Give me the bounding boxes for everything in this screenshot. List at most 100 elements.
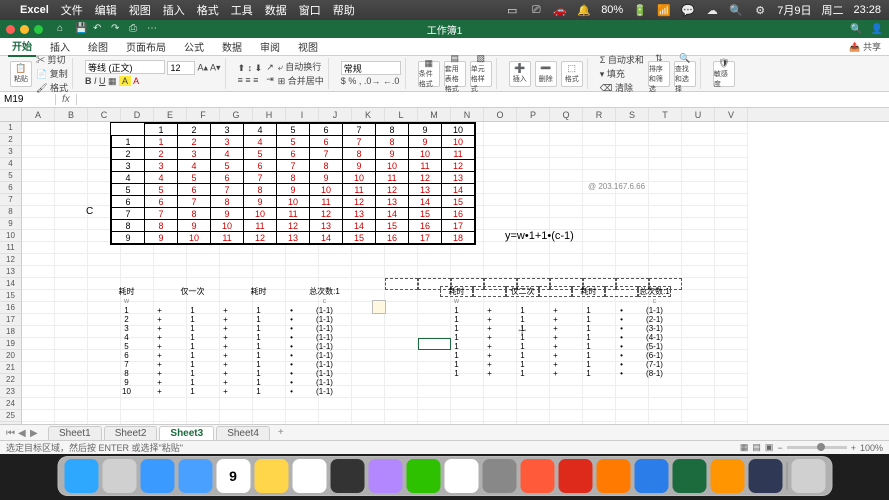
cell[interactable] — [649, 398, 682, 410]
cell[interactable] — [715, 278, 748, 290]
merge-button[interactable]: ⊞ 合并居中 — [278, 74, 324, 87]
dock-app-launchpad[interactable] — [102, 459, 136, 493]
cell[interactable] — [385, 266, 418, 278]
cell[interactable] — [55, 170, 88, 182]
cell[interactable] — [22, 230, 55, 242]
cell[interactable] — [121, 422, 154, 424]
cell[interactable] — [649, 218, 682, 230]
indent-icon[interactable]: ⇥ — [266, 74, 274, 85]
cell[interactable] — [715, 374, 748, 386]
dock-app-netease[interactable] — [558, 459, 592, 493]
cell[interactable] — [55, 254, 88, 266]
cell[interactable] — [715, 362, 748, 374]
cell[interactable] — [715, 338, 748, 350]
cell[interactable] — [583, 122, 616, 134]
cell[interactable] — [22, 266, 55, 278]
cell[interactable] — [352, 278, 385, 290]
cell[interactable] — [385, 350, 418, 362]
cell[interactable] — [385, 278, 418, 290]
cell[interactable] — [319, 422, 352, 424]
cell[interactable] — [484, 158, 517, 170]
cell[interactable] — [682, 374, 715, 386]
cell[interactable] — [418, 338, 451, 350]
cell[interactable] — [682, 266, 715, 278]
dock-app-safari[interactable] — [140, 459, 174, 493]
cell[interactable] — [550, 206, 583, 218]
row-header-21[interactable]: 21 — [0, 362, 22, 374]
cell[interactable] — [550, 410, 583, 422]
menu-insert[interactable]: 插入 — [163, 2, 185, 18]
sheet-tab-sheet3[interactable]: Sheet3 — [159, 426, 214, 440]
cell[interactable] — [352, 350, 385, 362]
cell[interactable] — [55, 386, 88, 398]
cell[interactable] — [484, 122, 517, 134]
cell[interactable] — [253, 266, 286, 278]
border-button[interactable]: ▦ — [108, 76, 117, 86]
cell[interactable] — [22, 422, 55, 424]
cell[interactable] — [583, 410, 616, 422]
sheet-nav-next-icon[interactable]: ▶ — [30, 428, 40, 438]
cell[interactable] — [583, 254, 616, 266]
cell[interactable] — [55, 122, 88, 134]
cell[interactable] — [517, 134, 550, 146]
cell[interactable] — [649, 410, 682, 422]
italic-button[interactable]: I — [94, 76, 97, 86]
cell[interactable] — [286, 422, 319, 424]
search-titlebar-icon[interactable]: 🔍 — [850, 24, 862, 35]
row-header-25[interactable]: 25 — [0, 410, 22, 422]
cell[interactable] — [517, 422, 550, 424]
cell[interactable] — [484, 170, 517, 182]
align-top-icon[interactable]: ⬆ — [238, 63, 246, 73]
close-button[interactable] — [6, 25, 15, 34]
cell[interactable] — [715, 158, 748, 170]
cell[interactable] — [253, 422, 286, 424]
col-header-R[interactable]: R — [583, 108, 616, 121]
cell[interactable] — [649, 386, 682, 398]
menu-view[interactable]: 视图 — [129, 2, 151, 18]
save-icon[interactable]: 💾 — [75, 23, 87, 35]
dock-app-app4[interactable] — [634, 459, 668, 493]
align-left-icon[interactable]: ≡ — [238, 75, 243, 85]
cell[interactable] — [715, 134, 748, 146]
cell[interactable] — [715, 182, 748, 194]
cell[interactable] — [352, 386, 385, 398]
cell[interactable] — [583, 398, 616, 410]
row-header-16[interactable]: 16 — [0, 302, 22, 314]
cell[interactable] — [88, 398, 121, 410]
cell[interactable] — [22, 194, 55, 206]
cell[interactable] — [385, 326, 418, 338]
cell[interactable] — [484, 182, 517, 194]
zoom-level[interactable]: 100% — [860, 443, 883, 453]
cell[interactable] — [682, 146, 715, 158]
cell[interactable] — [187, 422, 220, 424]
cell[interactable] — [484, 398, 517, 410]
menu-format[interactable]: 格式 — [197, 2, 219, 18]
cell[interactable] — [220, 266, 253, 278]
cell[interactable] — [121, 398, 154, 410]
col-header-Q[interactable]: Q — [550, 108, 583, 121]
format-cells-button[interactable]: ⬚格式 — [561, 61, 583, 87]
table-format-button[interactable]: ▤套用表格格式 — [444, 61, 466, 87]
cell[interactable] — [154, 266, 187, 278]
decrease-font-icon[interactable]: A▾ — [210, 63, 221, 73]
cell[interactable] — [451, 410, 484, 422]
cell[interactable] — [550, 398, 583, 410]
cell[interactable] — [22, 278, 55, 290]
menu-tools[interactable]: 工具 — [231, 2, 253, 18]
row-header-1[interactable]: 1 — [0, 122, 22, 134]
comma-icon[interactable]: , — [359, 76, 362, 86]
tab-draw[interactable]: 绘图 — [84, 37, 112, 56]
cell[interactable] — [385, 314, 418, 326]
cell[interactable] — [715, 206, 748, 218]
cell[interactable] — [484, 422, 517, 424]
cell[interactable] — [319, 266, 352, 278]
row-header-23[interactable]: 23 — [0, 386, 22, 398]
display-icon[interactable]: ⎚ — [529, 3, 543, 17]
view-normal-icon[interactable]: ▦ — [740, 442, 749, 453]
cell[interactable] — [22, 206, 55, 218]
menubar-date[interactable]: 7月9日 — [777, 2, 811, 18]
cell[interactable] — [550, 422, 583, 424]
cell[interactable] — [55, 338, 88, 350]
cell[interactable] — [286, 410, 319, 422]
cell[interactable] — [418, 254, 451, 266]
